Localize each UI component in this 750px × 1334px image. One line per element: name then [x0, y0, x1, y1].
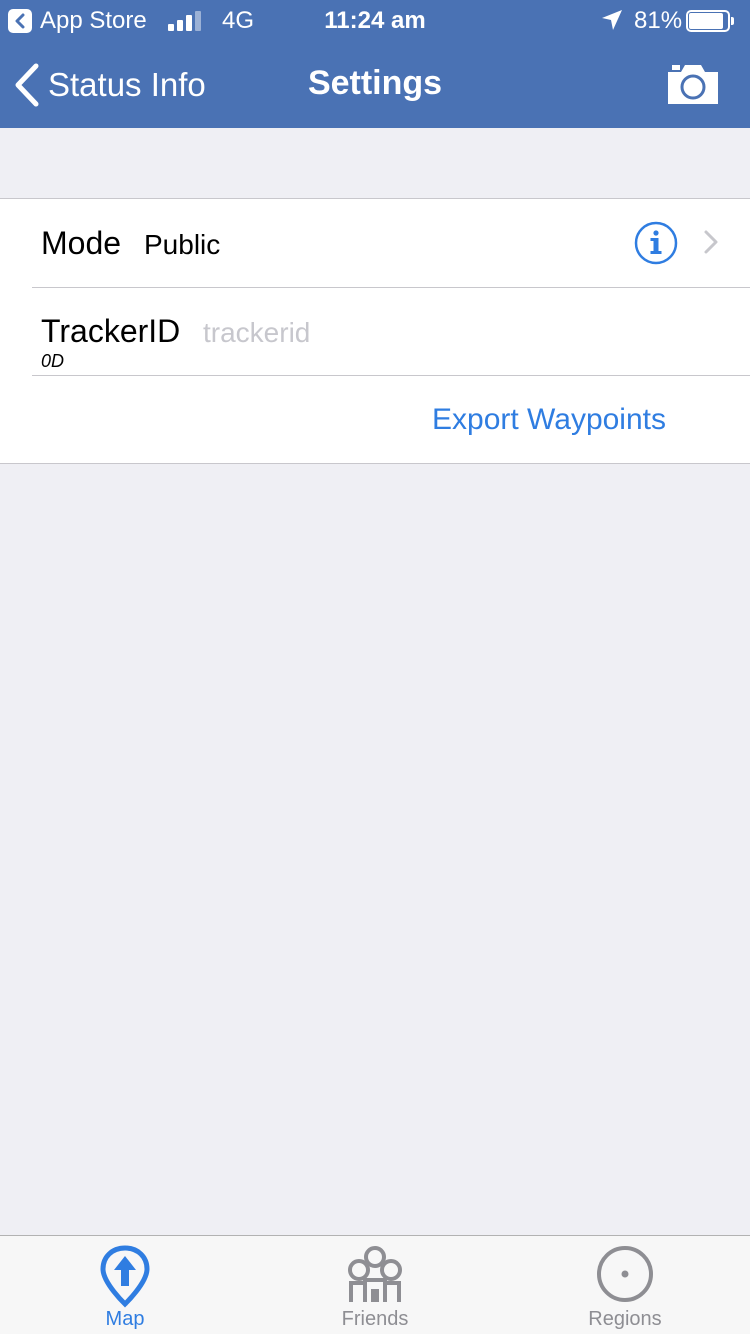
tab-friends[interactable]: Friends — [250, 1236, 500, 1334]
tracker-id-row: TrackerID 0D — [0, 287, 750, 375]
top-bar: App Store 4G 11:24 am 81% Status Info Se… — [0, 0, 750, 128]
status-bar: App Store 4G 11:24 am 81% — [0, 0, 750, 40]
location-arrow-icon — [602, 10, 622, 30]
tab-map-label: Map — [105, 1308, 145, 1330]
settings-table: Mode Public TrackerID 0D Export Waypoint… — [0, 198, 750, 464]
tracker-id-current: 0D — [41, 351, 65, 371]
tab-friends-label: Friends — [341, 1308, 409, 1330]
page-title: Settings — [307, 64, 443, 102]
regions-icon — [597, 1246, 653, 1302]
tab-regions-label: Regions — [588, 1308, 662, 1330]
tab-bar: Map Friends Regions — [0, 1235, 750, 1334]
battery-icon — [686, 10, 734, 32]
tracker-id-label: TrackerID — [41, 313, 181, 349]
friends-icon — [348, 1246, 402, 1302]
export-row: Export Waypoints — [0, 375, 750, 463]
tab-regions[interactable]: Regions — [500, 1236, 750, 1334]
battery-percent: 81% — [634, 7, 683, 34]
map-pin-icon — [100, 1245, 150, 1308]
chevron-right-icon — [704, 230, 718, 254]
tracker-id-input[interactable] — [203, 313, 653, 353]
camera-icon — [668, 65, 718, 104]
tab-map[interactable]: Map — [0, 1236, 250, 1334]
camera-button[interactable] — [664, 60, 722, 108]
info-icon[interactable] — [634, 221, 678, 265]
export-waypoints-button[interactable]: Export Waypoints — [432, 403, 666, 437]
mode-value: Public — [144, 229, 221, 260]
navigation-bar: Status Info Settings — [0, 40, 750, 128]
mode-row[interactable]: Mode Public — [0, 199, 750, 287]
mode-label: Mode — [41, 225, 122, 261]
